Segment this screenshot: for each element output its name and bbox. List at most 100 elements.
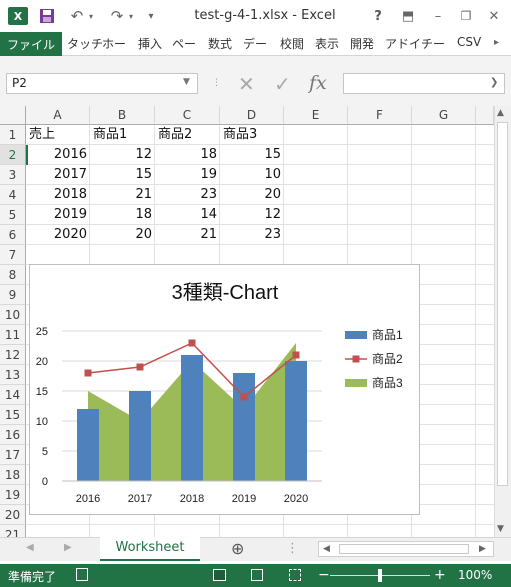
row-header-7[interactable]: 7	[0, 245, 26, 265]
row-header-20[interactable]: 20	[0, 505, 26, 525]
tab-page-layout[interactable]: ペー	[172, 35, 196, 52]
row-header-12[interactable]: 12	[0, 345, 26, 365]
confirm-entry-button[interactable]: ✓	[274, 72, 291, 96]
redo-icon[interactable]: ↷	[108, 7, 126, 25]
tab-file[interactable]: ファイル	[0, 32, 62, 56]
sheet-tab-worksheet[interactable]: Worksheet	[100, 537, 200, 561]
sheet-options-icon[interactable]: ⋮	[286, 541, 299, 556]
zoom-slider-thumb[interactable]	[378, 569, 382, 582]
cell-d3[interactable]: 10	[220, 165, 284, 185]
cell-a3[interactable]: 2017	[26, 165, 90, 185]
page-layout-view-icon[interactable]	[251, 569, 263, 581]
zoom-in-button[interactable]: +	[434, 567, 446, 583]
cell-d2[interactable]: 15	[220, 145, 284, 165]
name-box-dropdown-icon[interactable]: ▼	[183, 77, 190, 87]
new-sheet-button[interactable]: ⊕	[231, 539, 244, 558]
close-button[interactable]: ✕	[486, 7, 502, 25]
tab-addins[interactable]: アドイ	[385, 35, 421, 52]
tab-home[interactable]: ホー	[102, 35, 126, 52]
cell-c1[interactable]: 商品2	[155, 125, 220, 145]
cell-b4[interactable]: 21	[90, 185, 155, 205]
cell-b5[interactable]: 18	[90, 205, 155, 225]
row-header-13[interactable]: 13	[0, 365, 26, 385]
cell-d1[interactable]: 商品3	[220, 125, 284, 145]
column-header-partial[interactable]	[476, 106, 494, 125]
cell-d6[interactable]: 23	[220, 225, 284, 245]
tab-data[interactable]: デー	[243, 35, 267, 52]
row-header-15[interactable]: 15	[0, 405, 26, 425]
minimize-button[interactable]: –	[430, 7, 446, 25]
row-header-14[interactable]: 14	[0, 385, 26, 405]
save-icon[interactable]	[38, 7, 56, 25]
excel-logo-icon[interactable]: X	[8, 7, 28, 25]
cell-a2[interactable]: 2016	[26, 145, 90, 165]
formula-expand-icon[interactable]: ❯	[490, 77, 498, 88]
row-header-16[interactable]: 16	[0, 425, 26, 445]
cell-a4[interactable]: 2018	[26, 185, 90, 205]
cell-d4[interactable]: 20	[220, 185, 284, 205]
ribbon-scroll-right-icon[interactable]: ▸	[494, 37, 499, 48]
row-header-6[interactable]: 6	[0, 225, 26, 245]
row-header-5[interactable]: 5	[0, 205, 26, 225]
cell-b3[interactable]: 15	[90, 165, 155, 185]
formula-input[interactable]	[343, 73, 505, 94]
tab-review[interactable]: 校閲	[280, 35, 304, 52]
cell-a1[interactable]: 売上	[26, 125, 90, 145]
undo-dropdown-icon[interactable]: ▾	[86, 7, 96, 25]
macro-record-icon[interactable]	[76, 568, 88, 581]
row-header-1[interactable]: 1	[0, 125, 26, 145]
zoom-level[interactable]: 100%	[458, 568, 492, 582]
next-sheet-icon[interactable]: ▶	[64, 542, 72, 553]
column-header-c[interactable]: C	[155, 106, 220, 125]
tab-view[interactable]: 表示	[315, 35, 339, 52]
tab-formulas[interactable]: 数式	[208, 35, 232, 52]
cell-c6[interactable]: 21	[155, 225, 220, 245]
row-header-11[interactable]: 11	[0, 325, 26, 345]
undo-icon[interactable]: ↶	[68, 7, 86, 25]
previous-sheet-icon[interactable]: ◀	[26, 542, 34, 553]
row-header-19[interactable]: 19	[0, 485, 26, 505]
help-button[interactable]: ?	[370, 7, 386, 25]
chart-object[interactable]: 3種類-Chart 0 5 10 15 20 25 2016 2017 2018 2019 2020 商…	[29, 264, 420, 515]
cell-c2[interactable]: 18	[155, 145, 220, 165]
scroll-up-icon[interactable]: ▲	[497, 108, 504, 118]
zoom-out-button[interactable]: −	[318, 567, 330, 583]
cell-a6[interactable]: 2020	[26, 225, 90, 245]
row-header-8[interactable]: 8	[0, 265, 26, 285]
row-header-3[interactable]: 3	[0, 165, 26, 185]
ribbon-display-options-button[interactable]: ⬒	[400, 7, 416, 25]
column-header-d[interactable]: D	[220, 106, 284, 125]
row-header-17[interactable]: 17	[0, 445, 26, 465]
redo-dropdown-icon[interactable]: ▾	[126, 7, 136, 25]
vertical-scroll-thumb[interactable]	[497, 122, 508, 486]
cell-d5[interactable]: 12	[220, 205, 284, 225]
select-all-corner[interactable]	[0, 106, 26, 125]
tab-insert[interactable]: 挿入	[138, 35, 162, 52]
cell-c3[interactable]: 19	[155, 165, 220, 185]
column-header-b[interactable]: B	[90, 106, 155, 125]
row-header-9[interactable]: 9	[0, 285, 26, 305]
column-header-e[interactable]: E	[284, 106, 348, 125]
cell-b1[interactable]: 商品1	[90, 125, 155, 145]
cell-c5[interactable]: 14	[155, 205, 220, 225]
column-header-f[interactable]: F	[348, 106, 412, 125]
horizontal-scrollbar[interactable]: ◀ ▶	[318, 541, 494, 557]
cell-a5[interactable]: 2019	[26, 205, 90, 225]
tab-touch[interactable]: タッチ	[67, 35, 103, 52]
row-header-2[interactable]: 2	[0, 145, 26, 165]
cell-b2[interactable]: 12	[90, 145, 155, 165]
cell-b6[interactable]: 20	[90, 225, 155, 245]
customize-toolbar-icon[interactable]: ▾	[145, 7, 157, 25]
row-header-21[interactable]: 21	[0, 525, 26, 537]
column-header-a[interactable]: A	[26, 106, 90, 125]
tab-csv[interactable]: CSV	[457, 35, 481, 49]
horizontal-scroll-thumb[interactable]	[339, 544, 469, 554]
normal-view-icon[interactable]	[213, 569, 226, 581]
cell-c4[interactable]: 23	[155, 185, 220, 205]
scroll-down-icon[interactable]: ▼	[497, 524, 504, 534]
scroll-left-icon[interactable]: ◀	[323, 544, 330, 554]
tab-team[interactable]: チー	[421, 35, 445, 52]
tab-developer[interactable]: 開発	[350, 35, 374, 52]
row-header-4[interactable]: 4	[0, 185, 26, 205]
insert-function-button[interactable]: fx	[309, 72, 327, 94]
